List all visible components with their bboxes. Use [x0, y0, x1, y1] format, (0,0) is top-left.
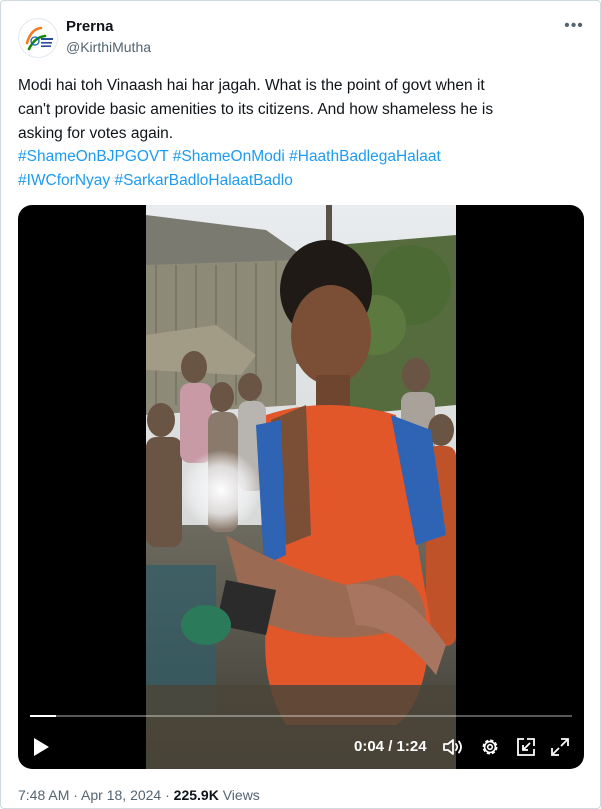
video-player[interactable]: 0:04 / 1:24: [18, 205, 584, 769]
author-avatar[interactable]: [18, 18, 58, 58]
video-frame[interactable]: [146, 205, 456, 769]
video-still-image: [146, 205, 456, 769]
tweet-time[interactable]: 7:48 AM: [18, 787, 69, 803]
video-progress-bar[interactable]: [30, 715, 572, 717]
settings-gear-icon[interactable]: [479, 736, 501, 758]
tweet-card: Prerna @KirthiMutha ••• Modi hai toh Vin…: [0, 0, 601, 809]
more-horizontal-icon[interactable]: •••: [563, 17, 585, 37]
hashtag-link[interactable]: #ShameOnModi: [173, 148, 285, 165]
tweet-meta: 7:48 AM · Apr 18, 2024 · 225.9K Views: [18, 787, 260, 803]
tweet-date[interactable]: Apr 18, 2024: [81, 787, 161, 803]
play-icon[interactable]: [32, 737, 50, 757]
video-time-display: 0:04 / 1:24: [354, 738, 427, 755]
tweet-text: Modi hai toh Vinaash hai har jagah. What…: [18, 74, 588, 193]
author-handle[interactable]: @KirthiMutha: [66, 39, 151, 55]
hashtag-link[interactable]: #ShameOnBJPGOVT: [18, 148, 168, 165]
indian-national-congress-logo-icon: [20, 20, 57, 57]
author-display-name[interactable]: Prerna: [66, 18, 114, 35]
picture-in-picture-icon[interactable]: [515, 736, 537, 758]
hashtag-link[interactable]: #SarkarBadloHalaatBadlo: [114, 172, 292, 189]
tweet-text-line: Modi hai toh Vinaash hai har jagah. What…: [18, 77, 485, 94]
tweet-text-line: asking for votes again.: [18, 124, 174, 142]
views-label: Views: [222, 787, 260, 803]
hashtag-link[interactable]: #IWCforNyay: [18, 172, 110, 189]
views-count: 225.9K: [173, 787, 219, 803]
video-progress-fill: [30, 715, 57, 717]
fullscreen-icon[interactable]: [549, 736, 571, 758]
tweet-text-line: can't provide basic amenities to its cit…: [18, 100, 494, 118]
hashtag-link[interactable]: #HaathBadlegaHalaat: [289, 148, 441, 165]
volume-icon[interactable]: [442, 737, 464, 757]
